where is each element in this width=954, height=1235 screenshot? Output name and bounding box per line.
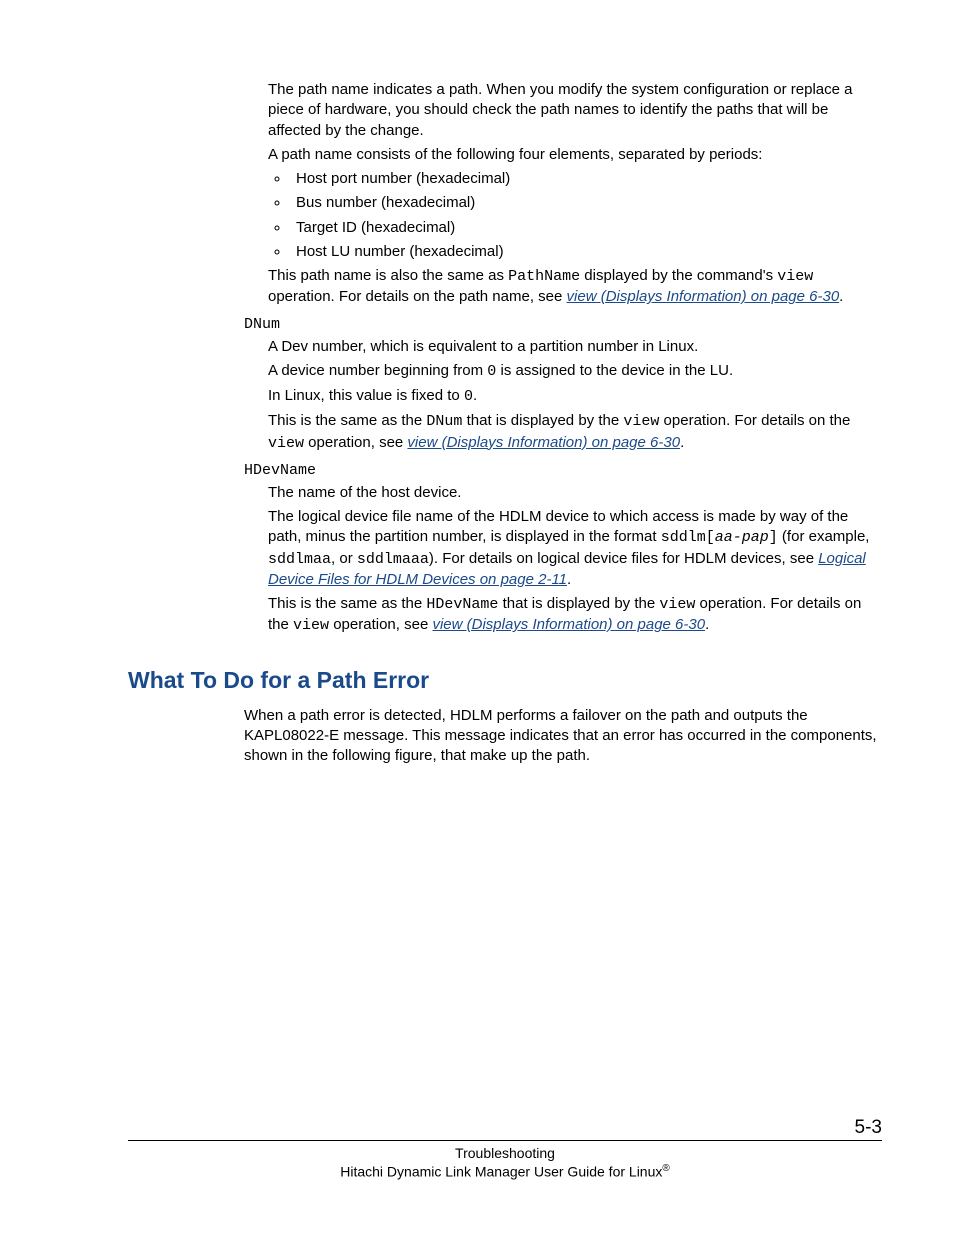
dnum-p2: A device number beginning from 0 is assi… bbox=[268, 361, 882, 382]
hdevname-p2: The logical device file name of the HDLM… bbox=[268, 507, 882, 590]
term-hdevname: HDevName bbox=[244, 462, 882, 479]
code-view: view bbox=[659, 596, 695, 613]
page-footer: 5-3 Troubleshooting Hitachi Dynamic Link… bbox=[128, 1140, 882, 1180]
code-sddlmaa: sddlmaa bbox=[268, 551, 331, 568]
section-heading-path-error: What To Do for a Path Error bbox=[128, 667, 882, 694]
list-item: Bus number (hexadecimal) bbox=[290, 193, 882, 213]
code-dnum: DNum bbox=[426, 413, 462, 430]
xref-view-displays-info[interactable]: view (Displays Information) on page 6-30 bbox=[567, 288, 840, 305]
code-pathname: PathName bbox=[508, 268, 580, 285]
hdevname-p1: The name of the host device. bbox=[268, 483, 882, 503]
xref-view-displays-info[interactable]: view (Displays Information) on page 6-30 bbox=[432, 616, 705, 633]
pathname-note: This path name is also the same as PathN… bbox=[268, 266, 882, 308]
term-dnum: DNum bbox=[244, 316, 882, 333]
code-view: view bbox=[623, 413, 659, 430]
code-view: view bbox=[268, 435, 304, 452]
list-item: Host port number (hexadecimal) bbox=[290, 169, 882, 189]
code-hdevname: HDevName bbox=[426, 596, 498, 613]
code-zero: 0 bbox=[464, 388, 473, 405]
hdevname-p3: This is the same as the HDevName that is… bbox=[268, 594, 882, 637]
footer-doc-title: Hitachi Dynamic Link Manager User Guide … bbox=[128, 1163, 882, 1180]
pathname-elements-list: Host port number (hexadecimal) Bus numbe… bbox=[268, 169, 882, 262]
list-item: Host LU number (hexadecimal) bbox=[290, 242, 882, 262]
dnum-p4: This is the same as the DNum that is dis… bbox=[268, 411, 882, 454]
pathname-description: The path name indicates a path. When you… bbox=[268, 80, 882, 308]
page-number: 5-3 bbox=[855, 1117, 882, 1139]
code-zero: 0 bbox=[487, 363, 496, 380]
dnum-p3: In Linux, this value is fixed to 0. bbox=[268, 386, 882, 407]
dnum-description: A Dev number, which is equivalent to a p… bbox=[268, 337, 882, 454]
section-body-p1: When a path error is detected, HDLM perf… bbox=[244, 706, 882, 767]
pathname-intro-1: The path name indicates a path. When you… bbox=[268, 80, 882, 141]
list-item: Target ID (hexadecimal) bbox=[290, 218, 882, 238]
hdevname-description: The name of the host device. The logical… bbox=[268, 483, 882, 637]
code-view: view bbox=[777, 268, 813, 285]
code-view: view bbox=[293, 617, 329, 634]
code-sddlmaaa: sddlmaaa bbox=[357, 551, 429, 568]
registered-symbol: ® bbox=[662, 1163, 669, 1174]
section-body: When a path error is detected, HDLM perf… bbox=[244, 706, 882, 767]
xref-view-displays-info[interactable]: view (Displays Information) on page 6-30 bbox=[407, 434, 680, 451]
pathname-intro-2: A path name consists of the following fo… bbox=[268, 145, 882, 165]
code-sddlm: sddlm[aa-pap] bbox=[661, 529, 778, 546]
dnum-p1: A Dev number, which is equivalent to a p… bbox=[268, 337, 882, 357]
footer-section-title: Troubleshooting bbox=[128, 1145, 882, 1161]
